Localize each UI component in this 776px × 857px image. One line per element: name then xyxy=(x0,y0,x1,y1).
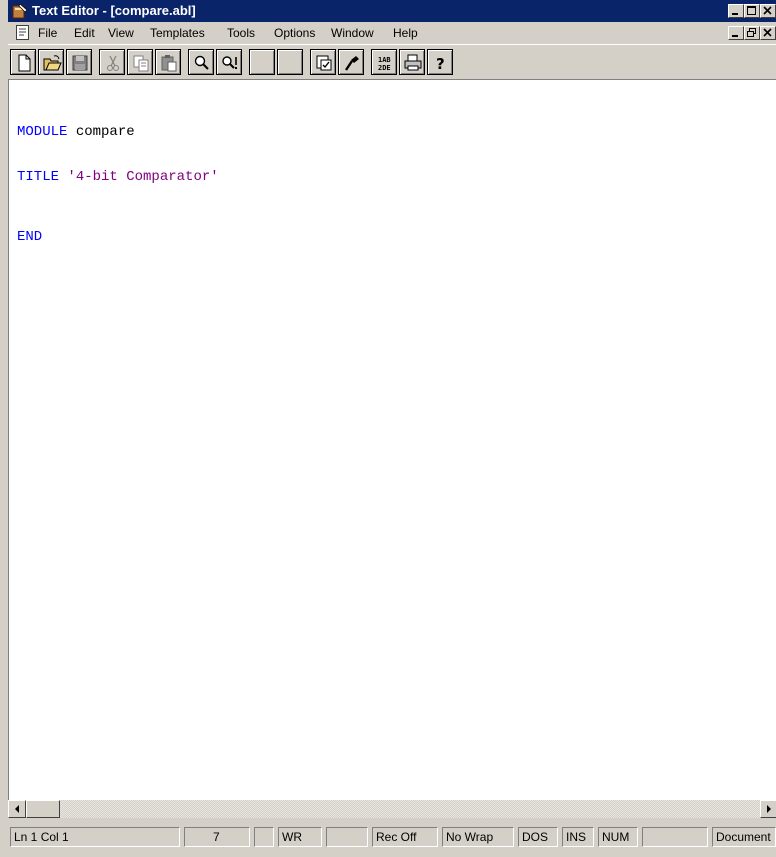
help-icon: ? xyxy=(436,55,445,73)
app-icon xyxy=(12,3,28,19)
scrollbar-thumb[interactable] xyxy=(26,800,60,818)
insert-template-icon xyxy=(316,55,332,71)
find-next-button[interactable] xyxy=(216,49,242,75)
syntax-check-button[interactable] xyxy=(338,49,364,75)
arrow-left-icon xyxy=(15,805,19,813)
new-button[interactable] xyxy=(10,49,36,75)
document-icon[interactable] xyxy=(16,25,29,40)
code-line-module: MODULE compare xyxy=(17,124,135,140)
menu-file[interactable]: File xyxy=(38,26,57,40)
menu-help[interactable]: Help xyxy=(393,26,418,40)
toolbar-blank-button-2[interactable] xyxy=(277,49,303,75)
cut-button[interactable] xyxy=(99,49,125,75)
code-line-end: END xyxy=(17,229,42,245)
toolbar-blank-button-1[interactable] xyxy=(249,49,275,75)
status-numlock: NUM xyxy=(598,827,638,847)
status-empty-1 xyxy=(254,827,274,847)
window-title: Text Editor - [compare.abl] xyxy=(32,3,196,18)
toolbar: 1AB 2DE ? xyxy=(8,44,776,80)
status-empty-2 xyxy=(326,827,368,847)
menu-bar: File Edit View Templates Tools Options W… xyxy=(8,22,776,44)
insert-template-button[interactable] xyxy=(310,49,336,75)
arrow-right-icon xyxy=(767,805,771,813)
menu-tools[interactable]: Tools xyxy=(227,26,255,40)
open-button[interactable] xyxy=(38,49,64,75)
find-icon xyxy=(194,55,209,70)
restore-icon xyxy=(747,28,756,37)
menu-edit[interactable]: Edit xyxy=(74,26,95,40)
title-string: '4-bit Comparator' xyxy=(59,169,219,185)
menu-view[interactable]: View xyxy=(108,26,134,40)
svg-text:?: ? xyxy=(436,55,445,73)
open-folder-icon xyxy=(43,55,62,71)
copy-icon xyxy=(133,55,149,72)
doc-close-button[interactable] xyxy=(760,26,776,40)
copy-button[interactable] xyxy=(127,49,153,75)
paste-button[interactable] xyxy=(155,49,181,75)
code-editor[interactable]: MODULE compare TITLE '4-bit Comparator' … xyxy=(8,80,776,800)
status-column-value: 7 xyxy=(184,827,250,847)
menu-options[interactable]: Options xyxy=(274,26,315,40)
horizontal-scrollbar[interactable] xyxy=(8,800,776,818)
status-line-col: Ln 1 Col 1 xyxy=(10,827,180,847)
minimize-icon xyxy=(732,13,738,15)
save-icon xyxy=(72,55,88,71)
help-button[interactable]: ? xyxy=(427,49,453,75)
scroll-left-button[interactable] xyxy=(8,800,26,818)
keyword-title: TITLE xyxy=(17,169,60,185)
compile-button[interactable]: 1AB 2DE xyxy=(371,49,397,75)
status-record: Rec Off xyxy=(372,827,438,847)
compile-abc-icon: 1AB2DE xyxy=(378,56,391,72)
print-icon xyxy=(404,54,422,71)
close-icon xyxy=(763,28,772,37)
status-document: Document xyxy=(712,827,776,847)
paste-icon xyxy=(161,55,177,72)
status-mode: WR xyxy=(278,827,322,847)
menu-window[interactable]: Window xyxy=(331,26,374,40)
status-bar: Ln 1 Col 1 7 WR Rec Off No Wrap DOS INS … xyxy=(8,820,776,857)
maximize-button[interactable] xyxy=(744,4,760,18)
svg-text:2DE: 2DE xyxy=(378,64,391,72)
status-format: DOS xyxy=(518,827,558,847)
close-button[interactable] xyxy=(760,4,776,18)
status-empty-3 xyxy=(642,827,708,847)
cut-icon xyxy=(107,55,119,71)
maximize-icon xyxy=(747,6,756,15)
code-line-title: TITLE '4-bit Comparator' xyxy=(17,169,219,185)
scroll-right-button[interactable] xyxy=(760,800,776,818)
status-wrap: No Wrap xyxy=(442,827,514,847)
status-insert: INS xyxy=(562,827,594,847)
menu-templates[interactable]: Templates xyxy=(150,26,205,40)
scrollbar-track[interactable] xyxy=(60,800,760,818)
keyword-end: END xyxy=(17,229,43,245)
save-button[interactable] xyxy=(66,49,92,75)
close-icon xyxy=(763,6,772,15)
syntax-check-icon xyxy=(345,56,359,71)
doc-minimize-button[interactable] xyxy=(728,26,744,40)
minimize-button[interactable] xyxy=(728,4,744,18)
keyword-module: MODULE xyxy=(17,124,68,140)
minimize-icon xyxy=(732,35,738,37)
title-bar[interactable]: Text Editor - [compare.abl] xyxy=(8,0,776,22)
print-button[interactable] xyxy=(399,49,425,75)
doc-restore-button[interactable] xyxy=(744,26,760,40)
new-file-icon xyxy=(18,54,31,72)
module-name: compare xyxy=(67,124,135,140)
find-next-icon xyxy=(222,56,237,69)
find-button[interactable] xyxy=(188,49,214,75)
svg-text:1AB: 1AB xyxy=(378,56,391,64)
